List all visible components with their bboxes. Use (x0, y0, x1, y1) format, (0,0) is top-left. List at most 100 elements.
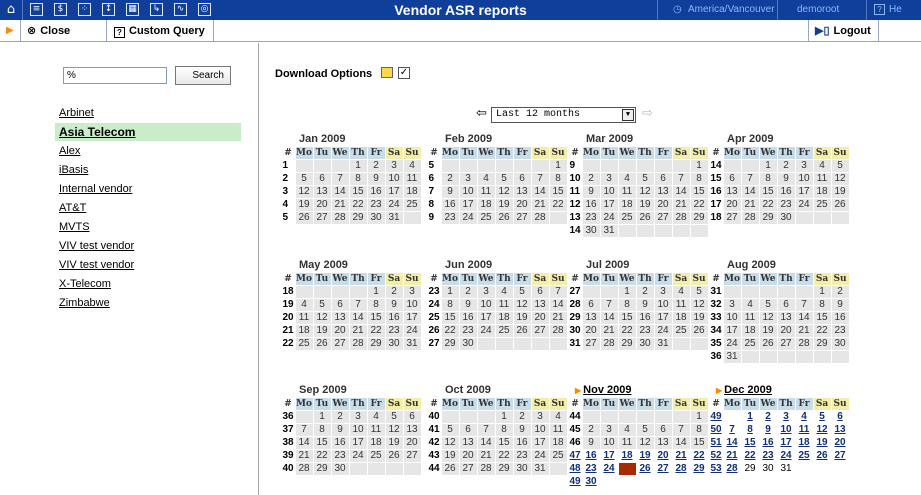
home-icon[interactable]: ⌂ (2, 1, 20, 19)
previous-arrow-icon[interactable]: ⇦ (476, 105, 487, 121)
calendar-icon[interactable]: ▦ (126, 3, 139, 16)
day-link[interactable]: 3 (778, 411, 795, 423)
day-link[interactable]: 30 (583, 476, 600, 488)
day-cell: 13 (403, 423, 421, 436)
grid-icon[interactable]: ⁘ (78, 3, 91, 16)
vendor-link[interactable]: AT&T (55, 199, 241, 217)
day-link[interactable]: 23 (583, 463, 600, 475)
search-icon[interactable]: ◎ (198, 3, 211, 16)
day-link[interactable]: 2 (760, 411, 777, 423)
close-button[interactable]: ⊗ Close (27, 20, 70, 42)
vendor-link[interactable]: MVTS (55, 218, 241, 236)
day-cell: 30 (777, 211, 795, 224)
week-number[interactable]: 53 (710, 463, 723, 475)
week-number[interactable]: 48 (569, 463, 582, 475)
day-cell: 28 (600, 337, 618, 350)
day-link[interactable]: 18 (796, 437, 813, 449)
day-link[interactable]: 12 (814, 424, 831, 436)
help-icon[interactable]: ? (874, 4, 885, 15)
day-link[interactable]: 19 (637, 450, 654, 462)
day-link[interactable]: 26 (637, 463, 654, 475)
day-link[interactable]: 6 (832, 411, 849, 423)
search-button[interactable]: Search (175, 66, 231, 85)
day-header: Mo (295, 146, 313, 159)
day-link[interactable]: 24 (601, 463, 618, 475)
day-link[interactable]: 22 (742, 450, 759, 462)
day-link[interactable]: 21 (673, 450, 690, 462)
day-cell: 8 (367, 298, 385, 311)
vendor-link[interactable]: Asia Telecom (55, 123, 241, 141)
download-options-checkbox[interactable]: ✓ (398, 67, 410, 79)
week-number[interactable]: 50 (710, 424, 723, 436)
day-link[interactable]: 15 (742, 437, 759, 449)
day-link[interactable]: 21 (724, 450, 741, 462)
week-number[interactable]: 49 (710, 411, 723, 423)
day-link[interactable]: 4 (796, 411, 813, 423)
day-link[interactable]: 24 (778, 450, 795, 462)
day-cell: 12 (636, 436, 654, 449)
day-link[interactable]: 10 (778, 424, 795, 436)
period-select[interactable]: Last 12 months ▼ (491, 107, 636, 123)
dollar-icon[interactable]: $ (54, 3, 67, 16)
day-link[interactable]: 16 (760, 437, 777, 449)
day-cell: 20 (582, 324, 600, 337)
day-link[interactable]: 9 (760, 424, 777, 436)
month-title[interactable]: ▶ Dec 2009 (709, 384, 851, 397)
day-link[interactable]: 28 (673, 463, 690, 475)
day-link[interactable]: 19 (814, 437, 831, 449)
day-cell: 20 (513, 198, 531, 211)
day-cell: 13 (582, 311, 600, 324)
day-link[interactable]: 16 (583, 450, 600, 462)
empty-day-cell (777, 285, 795, 298)
logout-button[interactable]: ▶▯ Logout (815, 20, 871, 42)
day-link[interactable]: 28 (724, 463, 741, 475)
chart-icon[interactable]: ∿ (174, 3, 187, 16)
day-link[interactable]: 22 (691, 450, 708, 462)
vendor-link[interactable]: Internal vendor (55, 180, 241, 198)
download-icon[interactable] (381, 67, 393, 78)
user-link[interactable]: demoroot (797, 0, 839, 20)
custom-query-button[interactable]: ? Custom Query (114, 20, 205, 42)
vendor-link[interactable]: X-Telecom (55, 275, 241, 293)
day-link[interactable]: 23 (760, 450, 777, 462)
day-link[interactable]: 13 (832, 424, 849, 436)
list-icon[interactable]: ≡ (30, 3, 43, 16)
day-link[interactable]: 17 (601, 450, 618, 462)
timezone-link[interactable]: America/Vancouver (688, 0, 775, 20)
week-number[interactable]: 47 (569, 450, 582, 462)
day-cell: 12 (831, 172, 849, 185)
import-icon[interactable]: ↳ (150, 3, 163, 16)
vendor-link[interactable]: VIV test vendor (55, 237, 241, 255)
vendor-link[interactable]: VIV test vendor (55, 256, 241, 274)
help-link[interactable]: He (889, 0, 902, 20)
day-link[interactable]: 11 (796, 424, 813, 436)
month-title[interactable]: ▶ Nov 2009 (568, 384, 710, 397)
search-input[interactable] (63, 67, 167, 84)
day-cell: 6 (723, 172, 741, 185)
week-number[interactable]: 52 (710, 450, 723, 462)
week-number[interactable]: 49 (569, 476, 582, 488)
day-link[interactable]: 17 (778, 437, 795, 449)
day-link[interactable]: 20 (832, 437, 849, 449)
day-link[interactable]: 25 (796, 450, 813, 462)
day-link[interactable]: 27 (832, 450, 849, 462)
day-link[interactable]: 14 (724, 437, 741, 449)
day-link[interactable]: 26 (814, 450, 831, 462)
week-number: 9 (569, 159, 576, 171)
tariff-icon[interactable]: ↕ (102, 3, 115, 16)
vendor-link[interactable]: iBasis (55, 161, 241, 179)
day-link[interactable]: 1 (742, 411, 759, 423)
play-icon[interactable]: ▶ (6, 25, 14, 36)
vendor-link[interactable]: Zimbabwe (55, 294, 241, 312)
day-link[interactable]: 20 (655, 450, 672, 462)
day-link[interactable]: 27 (655, 463, 672, 475)
day-link[interactable]: 29 (691, 463, 708, 475)
week-number[interactable]: 51 (710, 437, 723, 449)
next-arrow-icon[interactable]: ⇨ (642, 105, 653, 121)
day-link[interactable]: 8 (742, 424, 759, 436)
day-link[interactable]: 18 (619, 450, 636, 462)
vendor-link[interactable]: Alex (55, 142, 241, 160)
day-link[interactable]: 5 (814, 411, 831, 423)
vendor-link[interactable]: Arbinet (55, 104, 241, 122)
day-link[interactable]: 7 (724, 424, 741, 436)
